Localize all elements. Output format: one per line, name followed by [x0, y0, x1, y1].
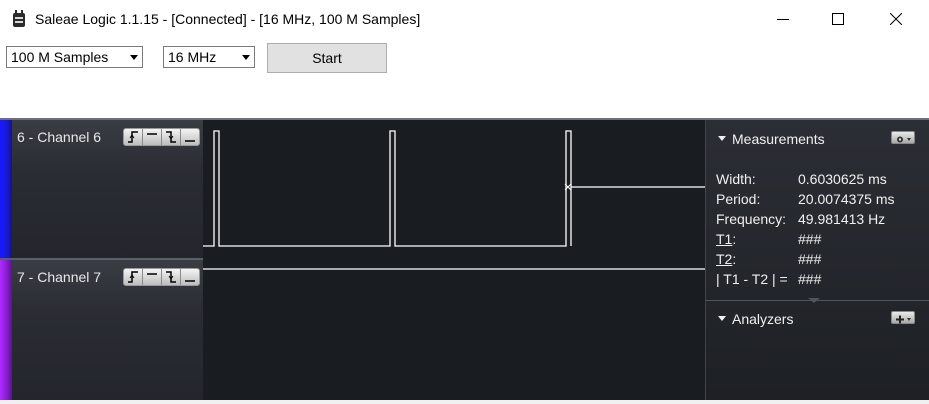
- t2-colon: :: [732, 251, 737, 267]
- saleae-app-icon: [11, 10, 27, 28]
- measurements-settings-button[interactable]: [891, 131, 915, 144]
- rising-edge-icon[interactable]: [124, 129, 143, 145]
- channel-7-color-stripe: [0, 260, 12, 400]
- measurement-t1-label[interactable]: T1:: [716, 231, 736, 247]
- collapse-triangle-icon: [718, 135, 726, 141]
- measurement-width-value: 0.6030625 ms: [798, 171, 887, 187]
- sample-count-select[interactable]: 100 M Samples: [6, 46, 143, 68]
- t2-link[interactable]: T2: [716, 251, 732, 267]
- side-panel: Measurements Width: 0.6030625 ms Period:…: [705, 120, 929, 400]
- horizontal-scrollbar[interactable]: [0, 400, 929, 404]
- measurement-frequency-label: Frequency:: [716, 211, 787, 227]
- waveform-view[interactable]: [203, 120, 705, 400]
- measurement-t1-value: ###: [798, 231, 822, 247]
- maximize-button[interactable]: [815, 0, 861, 38]
- low-level-icon[interactable]: [181, 269, 199, 285]
- measurement-delta-label: | T1 - T2 | =: [716, 271, 788, 287]
- measurement-period-value: 20.0074375 ms: [798, 191, 895, 207]
- channel-7-header[interactable]: 7 - Channel 7: [0, 260, 203, 400]
- high-level-icon[interactable]: [143, 129, 162, 145]
- minimize-button[interactable]: [760, 0, 806, 38]
- falling-edge-icon[interactable]: [162, 129, 181, 145]
- measurements-header[interactable]: Measurements: [718, 131, 825, 147]
- measurement-t2-value: ###: [798, 251, 822, 267]
- channel-7-label: 7 - Channel 7: [17, 269, 102, 285]
- measurement-width-label: Width:: [716, 171, 756, 187]
- capture-panel: 6 - Channel 6 7 - Channel 7 Measurements…: [0, 118, 929, 400]
- channel-6-trigger-buttons: [123, 128, 200, 146]
- rising-edge-icon[interactable]: [124, 269, 143, 285]
- channel-6-label: 6 - Channel 6: [17, 129, 102, 145]
- sample-rate-value: 16 MHz: [168, 49, 217, 65]
- add-analyzer-button[interactable]: [891, 311, 915, 324]
- gear-icon: [897, 136, 911, 143]
- dropdown-arrow-icon: [242, 55, 250, 60]
- channel-6-waveform: [203, 130, 705, 247]
- sample-rate-select[interactable]: 16 MHz: [163, 46, 255, 68]
- title-bar: Saleae Logic 1.1.15 - [Connected] - [16 …: [0, 0, 929, 38]
- analyzers-title: Analyzers: [732, 311, 794, 327]
- measurements-title: Measurements: [732, 131, 825, 147]
- channel-7-trigger-buttons: [123, 268, 200, 286]
- dropdown-arrow-icon: [130, 55, 138, 60]
- start-button[interactable]: Start: [267, 43, 387, 73]
- collapse-triangle-icon: [718, 315, 726, 321]
- maximize-icon: [832, 13, 844, 25]
- low-level-icon[interactable]: [181, 129, 199, 145]
- sample-count-value: 100 M Samples: [11, 49, 109, 65]
- measurement-delta-value: ###: [798, 271, 822, 287]
- minimize-icon: [777, 19, 789, 20]
- panel-divider-notch: [808, 298, 820, 303]
- channel-6-color-stripe: [0, 120, 12, 258]
- falling-edge-icon[interactable]: [162, 269, 181, 285]
- capture-toolbar: 100 M Samples 16 MHz Start: [0, 38, 929, 118]
- measurement-period-label: Period:: [716, 191, 761, 207]
- high-level-icon[interactable]: [143, 269, 162, 285]
- measurement-frequency-value: 49.981413 Hz: [798, 211, 886, 227]
- t1-link[interactable]: T1: [716, 231, 732, 247]
- channel-6-header[interactable]: 6 - Channel 6: [0, 120, 203, 258]
- plus-icon: [896, 315, 911, 324]
- close-button[interactable]: [873, 0, 919, 38]
- window-title: Saleae Logic 1.1.15 - [Connected] - [16 …: [35, 11, 421, 27]
- t1-colon: :: [732, 231, 737, 247]
- measurement-t2-label[interactable]: T2:: [716, 251, 736, 267]
- analyzers-header[interactable]: Analyzers: [718, 311, 793, 327]
- close-icon: [890, 13, 902, 25]
